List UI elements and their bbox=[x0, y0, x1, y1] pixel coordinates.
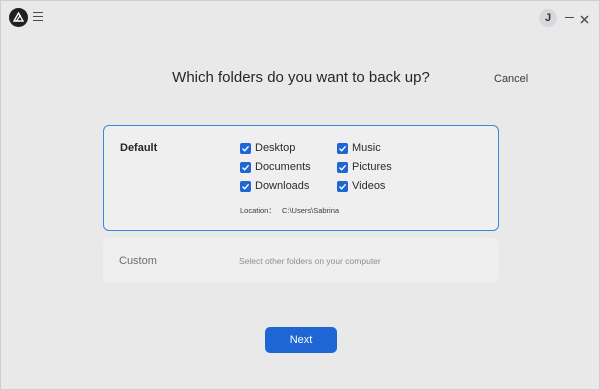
app-logo-icon bbox=[9, 8, 28, 27]
default-option-card[interactable]: Default Desktop Music Documents Pictures bbox=[103, 125, 499, 231]
folder-label: Desktop bbox=[255, 142, 296, 154]
checkbox-checked-icon bbox=[240, 180, 251, 192]
location-path: C:\Users\Sabrina bbox=[281, 206, 340, 215]
avatar-initial: J bbox=[544, 12, 552, 24]
folder-checkbox-pictures[interactable]: Pictures bbox=[337, 161, 392, 173]
folder-checkbox-videos[interactable]: Videos bbox=[337, 180, 385, 192]
custom-label: Custom bbox=[119, 255, 157, 267]
folder-label: Pictures bbox=[352, 161, 392, 173]
checkbox-checked-icon bbox=[337, 180, 348, 192]
folder-checkbox-desktop[interactable]: Desktop bbox=[240, 142, 295, 154]
location-label: Location： bbox=[240, 206, 276, 215]
cancel-button[interactable]: Cancel bbox=[494, 73, 528, 85]
folder-checkbox-documents[interactable]: Documents bbox=[240, 161, 311, 173]
folder-label: Videos bbox=[352, 180, 386, 192]
close-icon[interactable] bbox=[579, 12, 590, 24]
checkbox-checked-icon bbox=[240, 142, 251, 154]
checkbox-checked-icon bbox=[240, 161, 251, 173]
checkbox-checked-icon bbox=[337, 161, 348, 173]
hamburger-menu-icon[interactable] bbox=[33, 12, 43, 22]
next-button[interactable]: Next bbox=[265, 327, 337, 353]
folder-checkbox-downloads[interactable]: Downloads bbox=[240, 180, 309, 192]
folder-label: Documents bbox=[255, 161, 311, 173]
folder-label: Music bbox=[352, 142, 381, 154]
avatar[interactable]: J bbox=[539, 9, 557, 27]
titlebar: J bbox=[1, 1, 599, 33]
minimize-icon[interactable] bbox=[565, 17, 574, 19]
folder-checkbox-music[interactable]: Music bbox=[337, 142, 381, 154]
folder-label: Downloads bbox=[255, 180, 310, 192]
default-label: Default bbox=[120, 142, 158, 154]
backup-location: Location： C:\Users\Sabrina bbox=[240, 205, 339, 216]
checkbox-checked-icon bbox=[337, 142, 348, 154]
custom-description: Select other folders on your computer bbox=[239, 256, 381, 266]
backup-window: J Which folders do you want to back up? … bbox=[0, 0, 600, 390]
custom-option-card[interactable]: Custom Select other folders on your comp… bbox=[103, 238, 499, 283]
